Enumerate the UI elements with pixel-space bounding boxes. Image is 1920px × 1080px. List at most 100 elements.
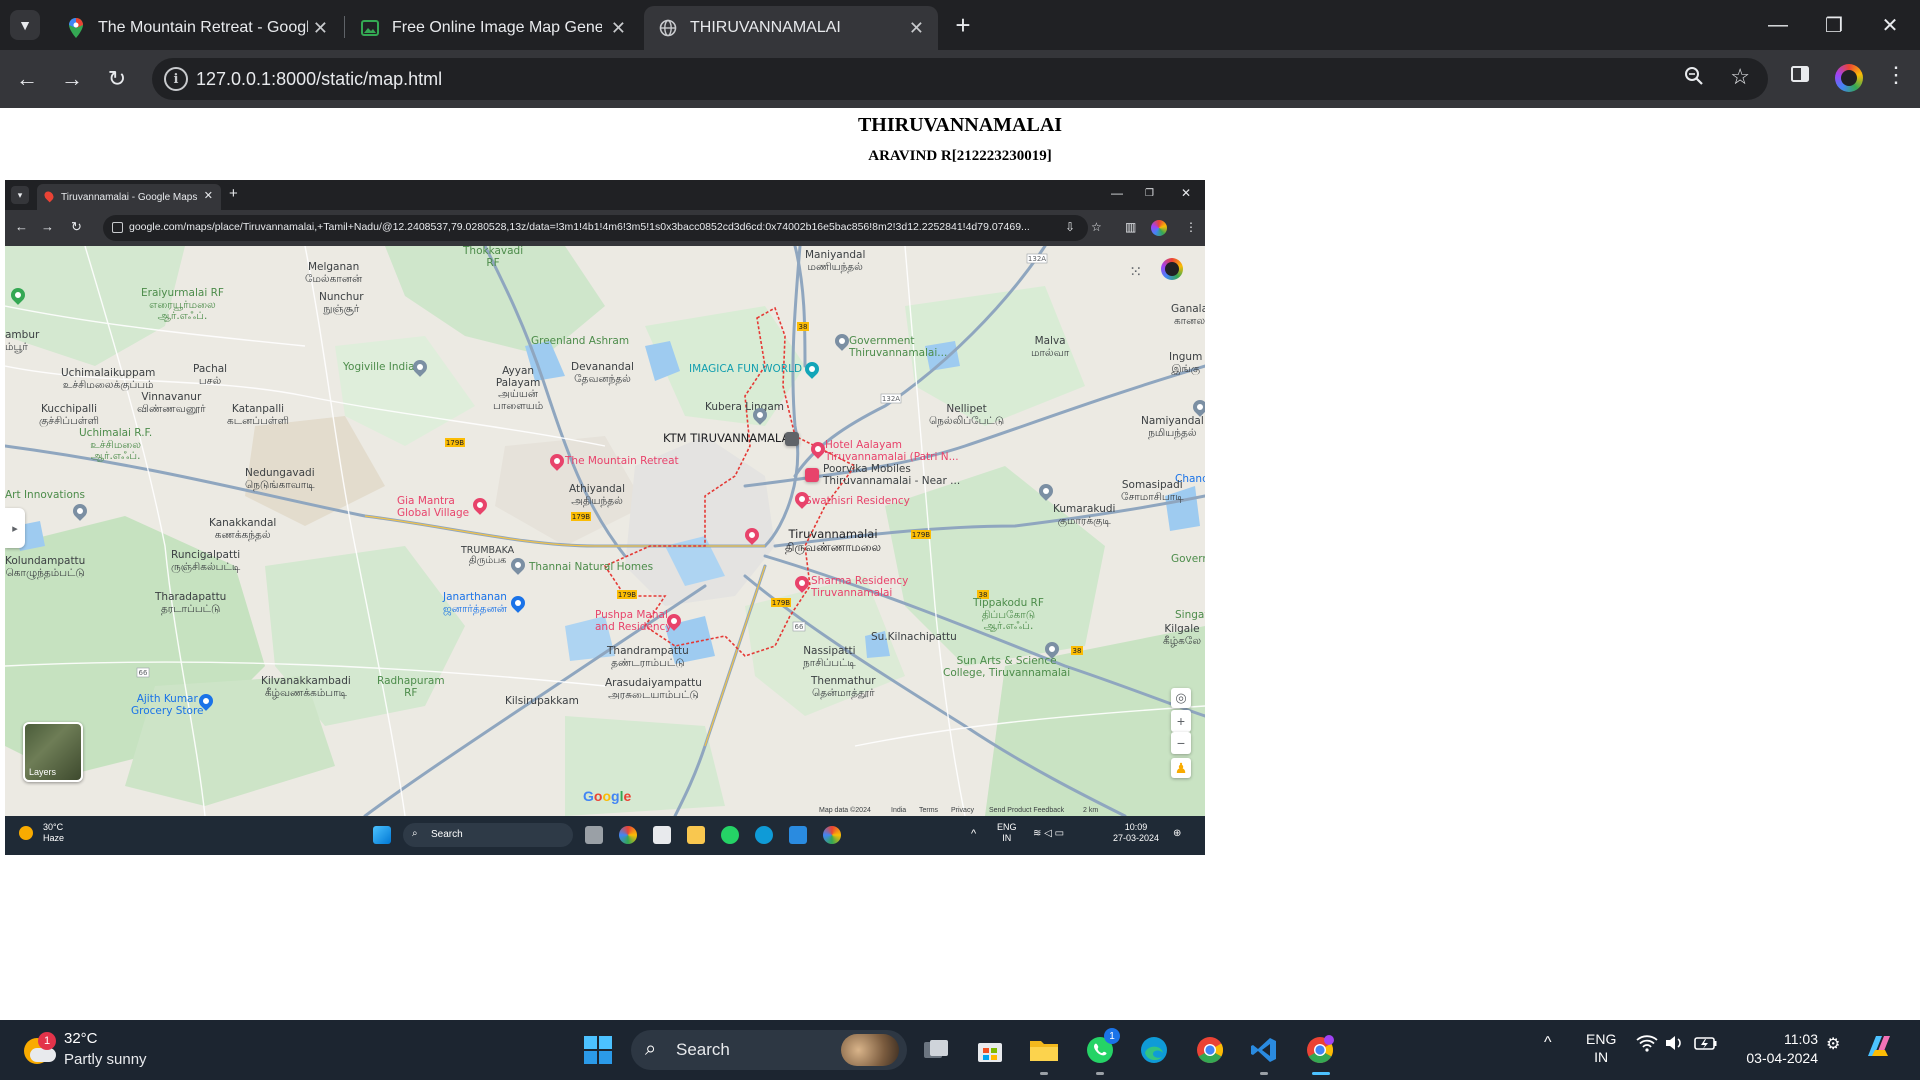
- notification-settings-icon[interactable]: ⚙: [1826, 1034, 1840, 1054]
- reload-icon[interactable]: ↻: [100, 62, 134, 96]
- map-label: IMAGICA FUN WORLD: [689, 363, 803, 375]
- tab-search-chevron-icon: ▾: [11, 186, 29, 204]
- tab-thiruvannamalai[interactable]: THIRUVANNAMALAI ✕: [644, 6, 938, 50]
- windows-start-icon[interactable]: [582, 1034, 614, 1066]
- close-window-icon[interactable]: ✕: [1862, 0, 1918, 50]
- collapse-panel-chevron-icon[interactable]: ▸: [5, 508, 25, 548]
- screenshot-search-label: Search: [431, 829, 463, 840]
- map-label: TRUMBAKA திரும்பக: [461, 545, 515, 567]
- copilot-icon[interactable]: [1864, 1032, 1894, 1065]
- map-label: Greenland Ashram: [531, 335, 630, 347]
- screenshot-search-box: ⌕ Search: [403, 823, 573, 847]
- map-label: Ingum இங்கு: [1169, 351, 1203, 375]
- svg-text:179B: 179B: [446, 439, 464, 447]
- edge-icon[interactable]: [1138, 1034, 1170, 1066]
- map-footer-link[interactable]: Privacy: [951, 807, 974, 814]
- restore-icon[interactable]: ❐: [1806, 0, 1862, 50]
- map-poi-label: Pushpa Mahal and Residency: [595, 609, 672, 633]
- back-arrow-icon[interactable]: ←: [10, 62, 44, 96]
- map-poi-label: Sharma Residency Tiruvannamalai: [811, 575, 909, 599]
- minimize-icon[interactable]: —: [1750, 0, 1806, 50]
- lang-region: IN: [1594, 1049, 1609, 1066]
- google-map[interactable]: 38 179B 179B 179B 179B 179B 38 38 132A 1…: [5, 246, 1205, 816]
- wifi-icon[interactable]: [1636, 1034, 1658, 1057]
- map-label: Arasudaiyampattu அரசுடையாம்பட்டு: [605, 677, 702, 701]
- map-footer-link[interactable]: Terms: [919, 807, 938, 814]
- weather-temperature[interactable]: 32°C: [64, 1030, 98, 1047]
- bookmark-star-icon[interactable]: ☆: [1730, 64, 1750, 90]
- map-footer-link[interactable]: Send Product Feedback: [989, 807, 1064, 814]
- map-label: Art Innovations: [5, 489, 86, 501]
- map-label: Kucchipalli குச்சிப்பள்ளி: [39, 403, 100, 427]
- store-icon[interactable]: [805, 468, 819, 482]
- screenshot-tabstrip: ▾ Tiruvannamalai - Google Maps ✕ + — ❐ ✕: [5, 180, 1205, 210]
- map-label: Uchimalai R.F. உச்சிமலை ஆர்.எஃப்.: [79, 427, 153, 463]
- tab-separator: [344, 16, 345, 38]
- kebab-menu-icon[interactable]: ⋮: [1885, 62, 1907, 88]
- svg-text:179B: 179B: [572, 513, 590, 521]
- map-label: Thannai Natural Homes: [529, 561, 654, 573]
- close-window-icon: ✕: [1181, 186, 1192, 200]
- globe-icon: [658, 18, 678, 38]
- url-text[interactable]: 127.0.0.1:8000/static/map.html: [196, 69, 442, 90]
- side-panel-icon[interactable]: [1790, 64, 1810, 90]
- tab-mountain-retreat[interactable]: The Mountain Retreat - Google ✕: [52, 6, 342, 50]
- map-label: Pachal பசல்: [193, 363, 228, 387]
- new-tab-plus-icon[interactable]: +: [948, 10, 978, 40]
- tab-search-chevron-icon[interactable]: ▼: [10, 10, 40, 40]
- screenshot-clock: 10:09 27-03-2024: [1113, 822, 1159, 845]
- clock-time: 10:09: [1124, 822, 1148, 832]
- close-tab-icon[interactable]: ✕: [313, 18, 328, 39]
- file-explorer-icon[interactable]: [1028, 1034, 1060, 1066]
- map-label: Eraiyurmalai RF எரையூர்மலை ஆர்.எஃப்.: [141, 287, 224, 323]
- forward-arrow-icon[interactable]: →: [55, 62, 89, 96]
- site-info-icon[interactable]: i: [164, 67, 188, 91]
- volume-icon[interactable]: [1664, 1034, 1684, 1057]
- address-bar[interactable]: i 127.0.0.1:8000/static/map.html ☆: [152, 58, 1768, 100]
- map-screenshot-image[interactable]: ▾ Tiruvannamalai - Google Maps ✕ + — ❐ ✕…: [5, 180, 1205, 855]
- zoom-out-icon[interactable]: −: [1171, 732, 1191, 754]
- task-view-icon[interactable]: [920, 1034, 952, 1066]
- profile-avatar[interactable]: [1161, 258, 1183, 280]
- windows-start-icon: [373, 826, 391, 844]
- chrome-profile-icon[interactable]: [1304, 1034, 1336, 1066]
- map-label: Kanakkandal கணக்கந்தல்: [209, 517, 277, 541]
- apps-grid-icon[interactable]: ⁙: [1129, 262, 1142, 282]
- close-tab-icon[interactable]: ✕: [611, 18, 626, 39]
- map-label: Tharadapattu தரடாப்பட்டு: [155, 591, 227, 615]
- pegman-icon[interactable]: ♟: [1171, 758, 1191, 778]
- screenshot-weather: 30°C Haze: [43, 822, 64, 844]
- profile-avatar: [1151, 220, 1167, 236]
- google-maps-pin-icon: [42, 189, 56, 203]
- search-icon: ⌕: [645, 1038, 657, 1060]
- profile-avatar[interactable]: [1835, 64, 1863, 92]
- map-label: Radhapuram RF: [377, 675, 445, 699]
- weather-description[interactable]: Partly sunny: [64, 1051, 147, 1068]
- layers-button[interactable]: Layers: [23, 722, 83, 782]
- running-indicator: [1096, 1072, 1104, 1075]
- microsoft-store-icon[interactable]: [974, 1034, 1006, 1066]
- chrome-icon[interactable]: [1194, 1034, 1226, 1066]
- taskbar-search-box[interactable]: ⌕ Search: [631, 1030, 907, 1070]
- tab-image-map-generator[interactable]: Free Online Image Map Genera ✕: [346, 6, 640, 50]
- weather-partly-sunny-icon[interactable]: 1: [24, 1032, 56, 1064]
- map-label: Thenmathur தென்மாத்தூர்: [811, 675, 876, 699]
- system-clock[interactable]: 11:03 03-04-2024: [1738, 1030, 1818, 1068]
- whatsapp-icon[interactable]: 1: [1084, 1028, 1120, 1066]
- zoom-magnifier-icon[interactable]: [1684, 66, 1704, 92]
- map-attribution: Map data ©2024: [819, 807, 871, 814]
- map-label: Runcigalpatti ருஞ்சிகல்பட்டி: [171, 549, 241, 573]
- map-footer-link[interactable]: India: [891, 807, 906, 814]
- running-indicator: [1040, 1072, 1048, 1075]
- page-title: THIRUVANNAMALAI: [857, 114, 1063, 136]
- map-label: Kilgale கீழ்கலே: [1163, 623, 1202, 647]
- close-tab-icon[interactable]: ✕: [909, 18, 924, 39]
- vscode-icon[interactable]: [1248, 1034, 1280, 1066]
- my-location-icon[interactable]: ◎: [1171, 688, 1191, 708]
- input-language[interactable]: ENG IN: [1586, 1030, 1616, 1066]
- transit-icon[interactable]: [785, 432, 799, 446]
- zoom-in-icon[interactable]: +: [1171, 710, 1191, 732]
- search-highlight-image: [841, 1034, 899, 1066]
- tray-chevron-up-icon[interactable]: ^: [1544, 1034, 1552, 1052]
- battery-charging-icon[interactable]: [1694, 1034, 1718, 1057]
